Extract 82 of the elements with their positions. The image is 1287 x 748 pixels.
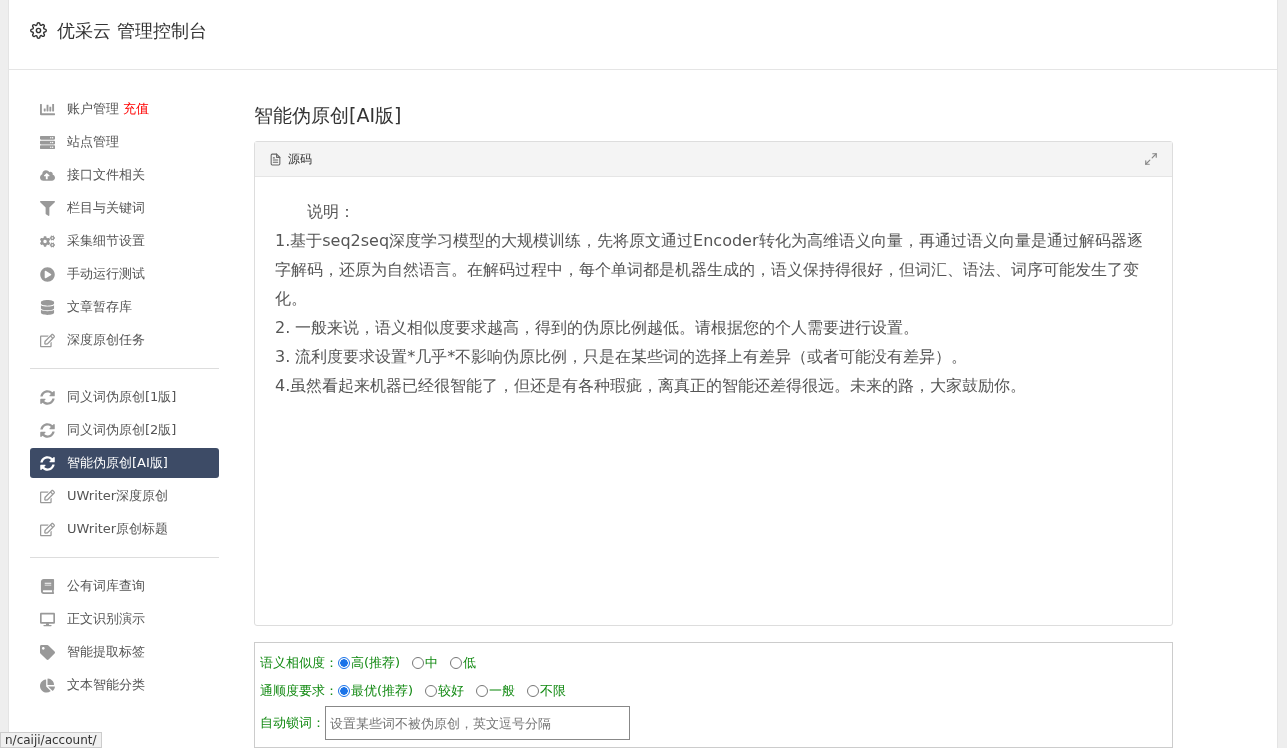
radio-label: 中 — [425, 654, 439, 672]
cloud-upload-icon — [40, 167, 55, 183]
radio-label: 低 — [463, 654, 477, 672]
option-label: 自动锁词： — [260, 714, 325, 732]
bar-chart-icon — [40, 101, 55, 117]
sidebar-item[interactable]: 同义词伪原创[1版] — [30, 382, 219, 412]
sidebar-item[interactable]: 接口文件相关 — [30, 160, 219, 190]
refresh-icon — [40, 389, 55, 405]
sidebar-item-label: 手动运行测试 — [67, 265, 145, 283]
sidebar-item-label: 站点管理 — [67, 133, 119, 151]
pie-chart-icon — [40, 677, 55, 693]
sidebar-item[interactable]: 站点管理 — [30, 127, 219, 157]
sidebar-item-label: 文本智能分类 — [67, 676, 145, 694]
sidebar-item-label: 栏目与关键词 — [67, 199, 145, 217]
monitor-icon — [40, 611, 55, 627]
radio-button[interactable] — [527, 685, 540, 697]
filter-icon — [40, 200, 55, 216]
sidebar-item[interactable]: 智能提取标签 — [30, 637, 219, 667]
sidebar-item[interactable]: 智能伪原创[AI版] — [30, 448, 219, 478]
radio-label: 最优(推荐) — [351, 682, 414, 700]
radio-label: 高(推荐) — [351, 654, 401, 672]
url-tooltip: n/caiji/account/ — [0, 732, 102, 748]
lock-words-field[interactable]: 设置某些词不被伪原创，英文逗号分隔 — [325, 706, 630, 740]
settings-icon — [30, 22, 47, 39]
edit-icon — [40, 488, 55, 504]
radio-button[interactable] — [476, 685, 489, 697]
sidebar-item[interactable]: 文本智能分类 — [30, 670, 219, 700]
option-label: 通顺度要求： — [260, 682, 338, 700]
sidebar-item-label: UWriter深度原创 — [67, 487, 169, 505]
sidebar-item-label: 智能伪原创[AI版] — [67, 454, 168, 472]
sidebar-item-label: 接口文件相关 — [67, 166, 145, 184]
database-icon — [40, 299, 55, 315]
sidebar-item-label: 同义词伪原创[1版] — [67, 388, 177, 406]
sidebar-item[interactable]: 栏目与关键词 — [30, 193, 219, 223]
sidebar-item-label: 智能提取标签 — [67, 643, 145, 661]
sidebar-item[interactable]: 手动运行测试 — [30, 259, 219, 289]
sidebar-item[interactable]: 深度原创任务 — [30, 325, 219, 355]
page-title: 智能伪原创[AI版] — [254, 103, 403, 127]
option-label: 语义相似度： — [260, 654, 338, 672]
description-paragraph: 3. 流利度要求设置*几乎*不影响伪原比例，只是在某些词的选择上有差异（或者可能没有差异）。 — [275, 346, 969, 368]
edit-icon — [40, 521, 55, 537]
radio-button[interactable] — [412, 657, 425, 669]
refresh-icon — [40, 422, 55, 438]
sidebar-item[interactable]: 文章暂存库 — [30, 292, 219, 322]
sidebar-item[interactable]: UWriter原创标题 — [30, 514, 219, 544]
description-paragraph: 说明： — [306, 201, 356, 223]
radio-button[interactable] — [338, 685, 350, 697]
sidebar-item-label: 文章暂存库 — [67, 298, 132, 316]
gears-icon — [40, 233, 55, 249]
sidebar-item[interactable]: UWriter深度原创 — [30, 481, 219, 511]
sidebar-item-label: 同义词伪原创[2版] — [67, 421, 177, 439]
sidebar-item-label: 公有词库查询 — [67, 577, 145, 595]
server-icon — [40, 134, 55, 150]
sidebar-item[interactable]: 账户管理 充值 — [30, 94, 219, 124]
sidebar-item[interactable]: 同义词伪原创[2版] — [30, 415, 219, 445]
file-code-icon — [269, 152, 282, 166]
tag-icon — [40, 644, 55, 660]
description-paragraph: 2. 一般来说，语义相似度要求越高，得到的伪原比例越低。请根据您的个人需要进行设置。 — [275, 317, 921, 339]
radio-label: 不限 — [540, 682, 567, 700]
app-title: 优采云 管理控制台 — [57, 18, 207, 43]
play-icon — [40, 266, 55, 282]
description-paragraph: 4.虽然看起来机器已经很智能了，但还是有各种瑕疵，离真正的智能还差得很远。未来的路，大家鼓励你。 — [275, 375, 1028, 397]
radio-button[interactable] — [425, 685, 438, 697]
radio-button[interactable] — [450, 657, 463, 669]
description-paragraph: 1.基于seq2seq深度学习模型的大规模训练，先将原文通过Encoder转化为高维语义向量，再通过语义向量是通过解码器逐字解码，还原为自然语言。在解码过程中，每个单词都是机器生成的，语义保持得很好，但词汇、语法、词序可能发生了变化。 — [275, 230, 1144, 310]
sidebar-item[interactable]: 正文识别演示 — [30, 604, 219, 634]
fullscreen-icon[interactable] — [1144, 152, 1158, 166]
sidebar-item-label: 深度原创任务 — [67, 331, 145, 349]
sidebar-item[interactable]: 采集细节设置 — [30, 226, 219, 256]
sidebar-item-label: UWriter原创标题 — [67, 520, 169, 538]
sidebar-item-label: 账户管理 — [67, 100, 119, 118]
sidebar-item-label: 正文识别演示 — [67, 610, 145, 628]
recharge-link[interactable]: 充值 — [123, 100, 149, 118]
edit-icon — [40, 332, 55, 348]
sidebar-item-label: 采集细节设置 — [67, 232, 145, 250]
radio-label: 一般 — [489, 682, 516, 700]
sidebar-item[interactable]: 公有词库查询 — [30, 571, 219, 601]
radio-label: 较好 — [438, 682, 465, 700]
book-icon — [40, 578, 55, 594]
radio-button[interactable] — [338, 657, 350, 669]
source-tab[interactable]: 源码 — [288, 150, 312, 168]
refresh-icon — [40, 455, 55, 471]
